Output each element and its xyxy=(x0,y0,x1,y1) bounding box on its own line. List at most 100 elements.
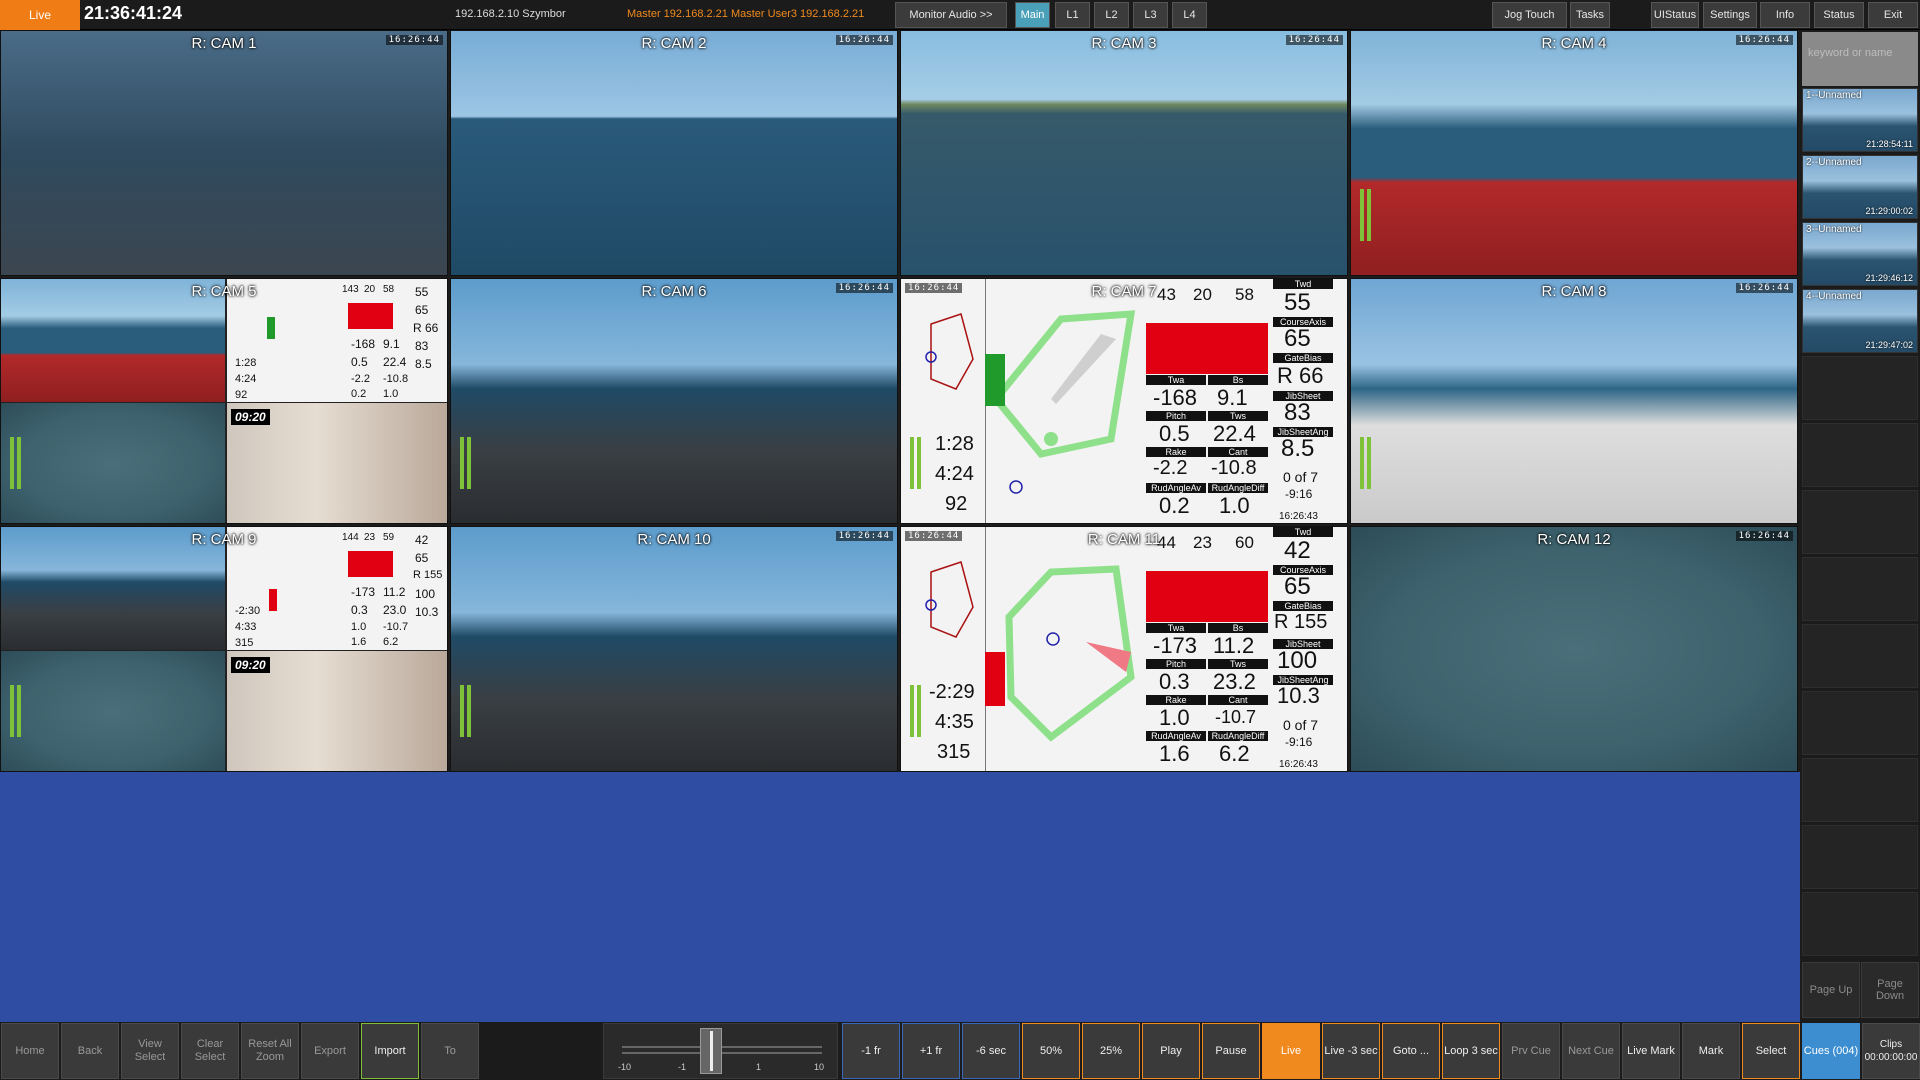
mark-button[interactable]: Mark xyxy=(1682,1023,1740,1079)
cam9-broadcast-inset: 09:20 xyxy=(227,651,447,771)
speed-25-button[interactable]: 25% xyxy=(1082,1023,1140,1079)
speed-50-button[interactable]: 50% xyxy=(1022,1023,1080,1079)
status-button[interactable]: Status xyxy=(1814,2,1864,28)
tasks-button[interactable]: Tasks xyxy=(1570,2,1610,28)
empty-clip-slot[interactable] xyxy=(1802,624,1918,688)
empty-clip-slot[interactable] xyxy=(1802,825,1918,889)
clip-thumbnail[interactable]: 4--Unnamed 21:29:47:02 xyxy=(1802,289,1918,353)
main-layout-button[interactable]: Main xyxy=(1015,2,1050,28)
cam9-val: R 155 xyxy=(413,569,443,581)
back-button[interactable]: Back xyxy=(61,1023,119,1079)
l2-layout-button[interactable]: L2 xyxy=(1094,2,1129,28)
clip-thumbnail[interactable]: 1--Unnamed 21:28:54:11 xyxy=(1802,88,1918,152)
cam9-val: 23.0 xyxy=(383,603,407,617)
empty-clip-slot[interactable] xyxy=(1802,356,1918,420)
home-button[interactable]: Home xyxy=(1,1023,59,1079)
camera-label: R: CAM 9 xyxy=(191,531,257,548)
clip-thumbnail[interactable]: 2--Unnamed 21:29:00:02 xyxy=(1802,155,1918,219)
camera-tile-6[interactable]: R: CAM 6 16:26:44 xyxy=(450,278,898,524)
export-button[interactable]: Export xyxy=(301,1023,359,1079)
empty-clip-slot[interactable] xyxy=(1802,892,1918,956)
empty-layout-area xyxy=(0,772,1800,1022)
telemetry-value: R 66 xyxy=(1277,363,1324,388)
settings-button[interactable]: Settings xyxy=(1703,2,1757,28)
telemetry-label: Tws xyxy=(1208,411,1268,421)
camera-tile-1[interactable]: R: CAM 1 16:26:44 xyxy=(0,30,448,276)
exit-button[interactable]: Exit xyxy=(1868,2,1918,28)
empty-clip-slot[interactable] xyxy=(1802,423,1918,487)
top-bar: Live 21:36:41:24 192.168.2.10 Szymbor Ma… xyxy=(0,0,1920,30)
l1-layout-button[interactable]: L1 xyxy=(1055,2,1090,28)
telemetry-label: RudAngleDiff xyxy=(1208,731,1268,741)
audio-meter-icon xyxy=(910,685,924,737)
camera-timestamp: 16:26:44 xyxy=(1285,35,1343,45)
view-select-button[interactable]: View Select xyxy=(121,1023,179,1079)
camera-tile-12[interactable]: R: CAM 12 16:26:44 xyxy=(1350,526,1798,772)
clip-thumbnail[interactable]: 3--Unnamed 21:29:46:12 xyxy=(1802,222,1918,286)
cam5-val: 0.2 xyxy=(351,388,367,400)
jog-handle[interactable] xyxy=(700,1028,722,1074)
telemetry-value: 11.2 xyxy=(1213,633,1255,658)
cam5-val: 0.5 xyxy=(351,355,368,369)
cam9-val: 11.2 xyxy=(383,585,406,599)
live-mark-button[interactable]: Live Mark xyxy=(1622,1023,1680,1079)
audio-meter-icon xyxy=(10,437,24,489)
info-button[interactable]: Info xyxy=(1760,2,1810,28)
camera-tile-7[interactable]: 16:26:44 43 20 58 Twd 55 CourseAxis 65 G… xyxy=(900,278,1348,524)
l3-layout-button[interactable]: L3 xyxy=(1133,2,1168,28)
jog-touch-button[interactable]: Jog Touch xyxy=(1492,2,1567,28)
camera-timestamp: 16:26:44 xyxy=(385,35,443,45)
page-up-button[interactable]: Page Up xyxy=(1802,962,1860,1018)
camera-label: R: CAM 12 xyxy=(1537,531,1611,548)
camera-label: R: CAM 7 xyxy=(1091,283,1157,300)
pause-button[interactable]: Pause xyxy=(1202,1023,1260,1079)
clear-select-button[interactable]: Clear Select xyxy=(181,1023,239,1079)
camera-tile-5[interactable]: 143 20 58 55 65 R 66 -168 9.1 83 0.5 22.… xyxy=(0,278,448,524)
loop-button[interactable]: Loop 3 sec xyxy=(1442,1023,1500,1079)
uistatus-button[interactable]: UIStatus xyxy=(1651,2,1699,28)
cues-button[interactable]: Cues (004) xyxy=(1802,1023,1860,1079)
camera-tile-4[interactable]: R: CAM 4 16:26:44 xyxy=(1350,30,1798,276)
telemetry-value: 100 xyxy=(1277,647,1318,674)
prev-cue-button[interactable]: Prv Cue xyxy=(1502,1023,1560,1079)
minus-6sec-button[interactable]: -6 sec xyxy=(962,1023,1020,1079)
telemetry-label: RudAngleDiff xyxy=(1208,483,1268,493)
race-clock: 09:20 xyxy=(231,409,270,425)
clip-name: 3--Unnamed xyxy=(1806,224,1862,235)
telemetry-value: 8.5 xyxy=(1281,435,1315,462)
camera-tile-8[interactable]: R: CAM 8 16:26:44 xyxy=(1350,278,1798,524)
live-minus-3sec-button[interactable]: Live -3 sec xyxy=(1322,1023,1380,1079)
clip-time: 21:29:47:02 xyxy=(1865,340,1913,350)
to-button[interactable]: To xyxy=(421,1023,479,1079)
clip-time: 21:29:00:02 xyxy=(1865,206,1913,216)
camera-tile-10[interactable]: R: CAM 10 16:26:44 xyxy=(450,526,898,772)
next-cue-button[interactable]: Next Cue xyxy=(1562,1023,1620,1079)
reset-zoom-button[interactable]: Reset All Zoom xyxy=(241,1023,299,1079)
search-input[interactable]: keyword or name xyxy=(1802,32,1918,86)
l4-layout-button[interactable]: L4 xyxy=(1172,2,1207,28)
jog-slider[interactable]: -10 -1 1 10 xyxy=(603,1023,838,1079)
empty-clip-slot[interactable] xyxy=(1802,557,1918,621)
page-down-button[interactable]: Page Down xyxy=(1861,962,1919,1018)
minus-1fr-button[interactable]: -1 fr xyxy=(842,1023,900,1079)
camera-tile-9[interactable]: 144 23 59 42 65 R 155 -173 11.2 100 0.3 … xyxy=(0,526,448,772)
empty-clip-slot[interactable] xyxy=(1802,758,1918,822)
camera-tile-11[interactable]: 16:26:44 44 23 60 Twd 42 CourseAxis 65 G… xyxy=(900,526,1348,772)
camera-tile-2[interactable]: R: CAM 2 16:26:44 xyxy=(450,30,898,276)
camera-tile-3[interactable]: R: CAM 3 16:26:44 xyxy=(900,30,1348,276)
empty-clip-slot[interactable] xyxy=(1802,691,1918,755)
monitor-audio-button[interactable]: Monitor Audio >> xyxy=(895,2,1007,28)
plus-1fr-button[interactable]: +1 fr xyxy=(902,1023,960,1079)
play-button[interactable]: Play xyxy=(1142,1023,1200,1079)
cam9-val: -10.7 xyxy=(383,621,409,633)
select-button[interactable]: Select xyxy=(1742,1023,1800,1079)
cam9-time: -2:30 xyxy=(235,605,261,617)
import-button[interactable]: Import xyxy=(361,1023,419,1079)
telemetry-value: 0 of 7 xyxy=(1283,469,1319,485)
live-button[interactable]: Live xyxy=(1262,1023,1320,1079)
goto-button[interactable]: Goto ... xyxy=(1382,1023,1440,1079)
empty-clip-slot[interactable] xyxy=(1802,490,1918,554)
telemetry-value: -10.8 xyxy=(1211,457,1257,479)
camera-timestamp: 16:26:44 xyxy=(835,531,893,541)
clips-button[interactable]: Clips 00:00:00:00 xyxy=(1862,1023,1920,1079)
